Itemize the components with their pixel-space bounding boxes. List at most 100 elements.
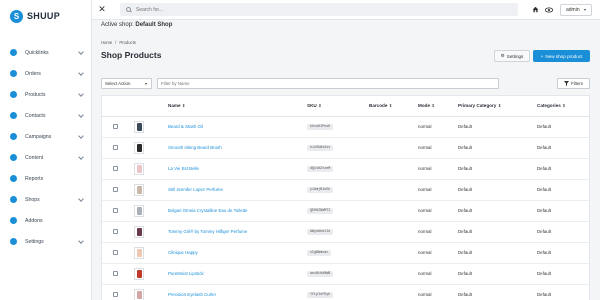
product-name-link[interactable]: Still Jennifer Lopez Perfume — [168, 187, 223, 192]
sku-cell: kJzSkWtAiv — [307, 137, 369, 159]
product-name-link[interactable]: Smooth Inking Beard Brush — [168, 145, 222, 150]
row-checkbox[interactable] — [113, 250, 118, 256]
row-checkbox[interactable] — [113, 229, 118, 235]
new-shop-product-button[interactable]: + New shop product — [533, 50, 590, 62]
product-thumbnail[interactable] — [134, 183, 144, 196]
product-thumbnail[interactable] — [134, 120, 144, 133]
row-checkbox[interactable] — [113, 166, 118, 172]
primary-category-cell: Default — [458, 179, 537, 201]
home-icon[interactable] — [530, 5, 540, 15]
categories-cell: Default — [537, 116, 589, 138]
bulk-action-select[interactable]: Select Action — [101, 78, 152, 89]
product-thumbnail[interactable] — [134, 288, 144, 300]
sidebar-item-label: Campaigns — [25, 133, 52, 140]
sidebar-item-quicklinks[interactable]: Quicklinks — [0, 42, 91, 63]
product-thumbnail[interactable] — [134, 162, 144, 175]
mode-cell: normal — [418, 158, 458, 180]
column-header-label: SKU — [307, 103, 317, 109]
link-icon — [10, 49, 17, 56]
primary-category-cell: Default — [458, 221, 537, 243]
column-header-barcode[interactable]: Barcode ⬍ — [369, 96, 418, 117]
table-row[interactable]: La Vie Est Belle dQCsKZtxeM normal Default D… — [102, 158, 589, 180]
image-cell — [134, 284, 168, 300]
sidebar-item-shops[interactable]: Shops — [0, 189, 91, 210]
barcode-cell — [369, 137, 418, 159]
product-name-link[interactable]: Clinique Happy — [168, 250, 198, 255]
sku-cell: aecBtHdMWB — [307, 263, 369, 285]
table-row[interactable]: Beard & Stash Oil khvuKIPnoK normal Default… — [102, 116, 589, 138]
product-thumbnail[interactable] — [134, 204, 144, 217]
chevron-down-icon — [78, 132, 84, 139]
settings-button[interactable]: ⚙ Settings — [494, 50, 530, 62]
filters-button[interactable]: Filters — [557, 78, 590, 89]
column-header-primary-category[interactable]: Primary Category ⬍ — [458, 96, 537, 117]
table-row[interactable]: Precision Eyelash Curler YfLpIoFDyk normal… — [102, 284, 589, 300]
sidebar-item-content[interactable]: Content — [0, 147, 91, 168]
product-name-link[interactable]: Precision Eyelash Curler — [168, 292, 216, 297]
table-row[interactable]: Smooth Inking Beard Brush kJzSkWtAiv norma… — [102, 137, 589, 159]
name-filter-input[interactable] — [157, 78, 499, 89]
column-header-sku[interactable]: SKU ⬍ — [307, 96, 369, 117]
table-row[interactable]: Still Jennifer Lopez Perfume yiAmjBinOk no… — [102, 179, 589, 201]
sidebar-item-addons[interactable]: Addons — [0, 210, 91, 231]
select-cell — [102, 242, 134, 264]
settings-button-label: Settings — [506, 53, 524, 59]
product-thumbnail[interactable] — [134, 267, 144, 280]
chevron-down-icon — [78, 48, 84, 55]
sidebar-item-label: Contacts — [25, 112, 46, 119]
product-name-link[interactable]: Bvlgari Omnia Crystalline Eau de Toilett… — [168, 208, 247, 213]
image-cell — [134, 263, 168, 285]
user-menu-button[interactable]: admin — [560, 3, 592, 16]
cube-icon — [10, 91, 17, 98]
sidebar-item-orders[interactable]: Orders — [0, 63, 91, 84]
table-row[interactable]: Tommy Girl® by Tommy Hilfiger Perfume AWy… — [102, 221, 589, 243]
sort-icon: ⬍ — [318, 104, 322, 109]
row-checkbox[interactable] — [113, 208, 118, 214]
sidebar-item-campaigns[interactable]: Campaigns — [0, 126, 91, 147]
product-image — [136, 206, 142, 215]
product-thumbnail[interactable] — [134, 246, 144, 259]
eye-icon[interactable] — [544, 5, 554, 15]
image-cell — [134, 221, 168, 243]
sort-icon: ⬍ — [497, 104, 501, 109]
search-bar — [120, 3, 518, 16]
product-image — [136, 143, 142, 152]
sidebar-item-settings[interactable]: Settings — [0, 231, 91, 252]
chevron-down-icon — [78, 69, 84, 76]
search-input[interactable] — [136, 6, 496, 13]
product-image — [136, 248, 142, 257]
image-cell — [134, 200, 168, 222]
row-checkbox[interactable] — [113, 145, 118, 151]
sidebar-item-reports[interactable]: Reports — [0, 168, 91, 189]
breadcrumb-home[interactable]: Home — [101, 40, 112, 45]
breadcrumb-current[interactable]: Products — [119, 40, 136, 45]
row-checkbox[interactable] — [113, 124, 118, 130]
table-row[interactable]: Clinique Happy sCgBWmoac normal Default Defa… — [102, 242, 589, 264]
sku-badge: dQCsKZtxeM — [307, 165, 334, 173]
table-row[interactable]: PureMoist Lipstick aecBtHdMWB normal Defaul… — [102, 263, 589, 285]
product-name-link[interactable]: Tommy Girl® by Tommy Hilfiger Perfume — [168, 229, 247, 234]
product-name-link[interactable]: Beard & Stash Oil — [168, 124, 203, 129]
primary-category-cell: Default — [458, 263, 537, 285]
brand-logo[interactable]: S SHUUP — [0, 0, 91, 32]
sidebar-item-contacts[interactable]: Contacts — [0, 105, 91, 126]
row-checkbox[interactable] — [113, 292, 118, 298]
sku-badge: AWyeAkmlJe — [307, 228, 334, 236]
product-name-link[interactable]: PureMoist Lipstick — [168, 271, 204, 276]
product-name-link[interactable]: La Vie Est Belle — [168, 166, 199, 171]
primary-category-cell: Default — [458, 116, 537, 138]
row-checkbox[interactable] — [113, 271, 118, 277]
product-thumbnail[interactable] — [134, 141, 144, 154]
table-row[interactable]: Bvlgari Omnia Crystalline Eau de Toilett… — [102, 200, 589, 222]
image-cell — [134, 137, 168, 159]
column-header-mode[interactable]: Mode ⬍ — [418, 96, 458, 117]
select-cell — [102, 179, 134, 201]
column-header-categories[interactable]: Categories ⬍ — [537, 96, 589, 117]
product-thumbnail[interactable] — [134, 225, 144, 238]
sku-badge: khvuKIPnoK — [307, 123, 334, 131]
close-icon[interactable]: ✕ — [96, 4, 108, 16]
sku-badge: aecBtHdMWB — [307, 270, 334, 278]
sidebar-item-products[interactable]: Products — [0, 84, 91, 105]
row-checkbox[interactable] — [113, 187, 118, 193]
column-header-name[interactable]: Name ⬍ — [168, 96, 307, 117]
